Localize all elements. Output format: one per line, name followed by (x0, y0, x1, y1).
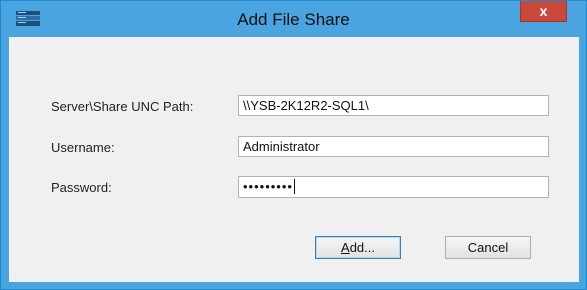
title-bar[interactable]: Add File Share x (1, 1, 586, 36)
window-title: Add File Share (237, 10, 350, 29)
add-button[interactable]: Add... (315, 236, 401, 259)
add-file-share-dialog: Add File Share x Server\Share UNC Path: … (0, 0, 587, 290)
password-mask: ••••••••• (243, 179, 293, 194)
username-input[interactable]: Administrator (238, 136, 549, 157)
dialog-body: Server\Share UNC Path: \\YSB-2K12R2-SQL1… (9, 37, 579, 282)
add-button-label: dd... (349, 240, 375, 255)
close-button[interactable]: x (520, 1, 567, 22)
password-input[interactable]: ••••••••• (238, 176, 549, 198)
cancel-button[interactable]: Cancel (445, 236, 531, 259)
password-label: Password: (51, 180, 112, 195)
unc-path-label: Server\Share UNC Path: (51, 99, 194, 114)
username-label: Username: (51, 140, 115, 155)
text-caret (293, 179, 295, 195)
close-icon: x (539, 3, 548, 19)
unc-path-input[interactable]: \\YSB-2K12R2-SQL1\ (238, 95, 549, 116)
add-button-mnemonic: A (341, 240, 350, 255)
